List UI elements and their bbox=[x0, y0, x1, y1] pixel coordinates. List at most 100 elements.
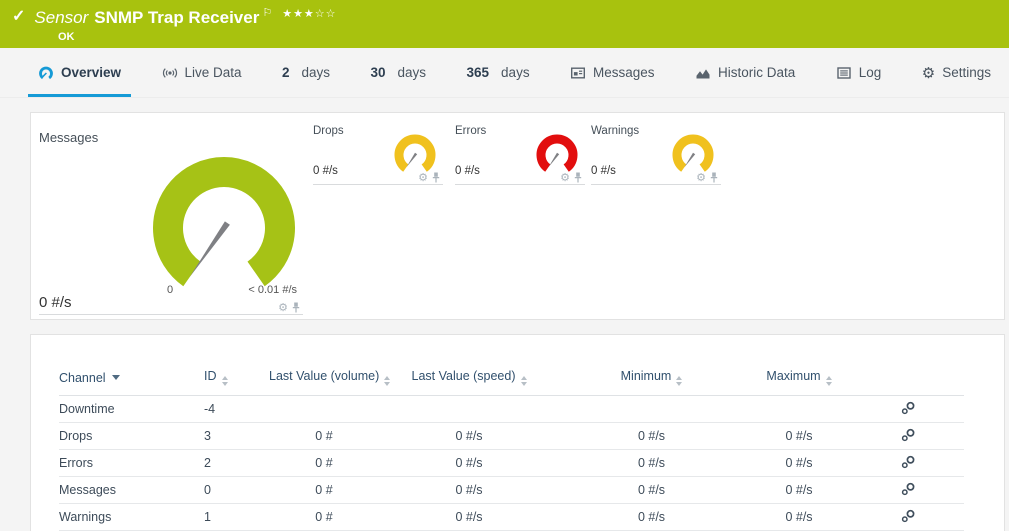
gear-icon[interactable]: ⚙ bbox=[560, 172, 570, 183]
last-value-speed: 0 #/s bbox=[379, 477, 559, 504]
channel-id: 2 bbox=[204, 450, 269, 477]
stars-filled[interactable]: ★★★ bbox=[282, 7, 315, 20]
channel-name: Downtime bbox=[59, 396, 204, 423]
channel-name: Drops bbox=[59, 423, 204, 450]
tab-365-days[interactable]: 365 days bbox=[455, 48, 542, 97]
gauge-needle bbox=[684, 153, 695, 168]
maximum-value bbox=[744, 396, 854, 423]
table-row: Warnings 1 0 # 0 #/s 0 #/s 0 #/s bbox=[59, 504, 964, 531]
messages-gauge bbox=[139, 143, 309, 295]
column-header-minimum[interactable]: Minimum bbox=[559, 363, 744, 396]
pin-icon[interactable] bbox=[709, 172, 719, 183]
column-header-channel[interactable]: Channel bbox=[59, 363, 204, 396]
last-value-volume: 0 # bbox=[269, 423, 379, 450]
column-header-last-value-speed[interactable]: Last Value (speed) bbox=[379, 363, 559, 396]
tab-unit: days bbox=[398, 65, 427, 80]
gauge-value: 0 #/s bbox=[591, 165, 616, 177]
favorite-stars[interactable]: ★★★☆☆ bbox=[282, 7, 336, 20]
tab-log[interactable]: Log bbox=[824, 48, 894, 97]
column-header-last-value-volume[interactable]: Last Value (volume) bbox=[269, 363, 379, 396]
tab-label: Log bbox=[859, 65, 882, 80]
pin-icon[interactable] bbox=[431, 172, 441, 183]
table-row: Errors 2 0 # 0 #/s 0 #/s 0 #/s bbox=[59, 450, 964, 477]
gear-icon[interactable]: ⚙ bbox=[418, 172, 428, 183]
maximum-value: 0 #/s bbox=[744, 504, 854, 531]
minimum-value bbox=[559, 396, 744, 423]
channel-name: Warnings bbox=[59, 504, 204, 531]
gear-icon: ⚙ bbox=[922, 65, 935, 81]
tab-2-days[interactable]: 2 days bbox=[270, 48, 342, 97]
log-icon bbox=[836, 65, 852, 81]
column-header-actions bbox=[854, 363, 964, 396]
status-check-icon: ✓ bbox=[12, 7, 25, 27]
messages-icon bbox=[570, 65, 586, 81]
channel-settings-icon[interactable] bbox=[901, 509, 917, 523]
tab-messages[interactable]: Messages bbox=[558, 48, 667, 97]
gauge-needle bbox=[406, 153, 417, 168]
tab-label: Overview bbox=[61, 65, 121, 80]
pin-icon[interactable] bbox=[291, 302, 301, 313]
drops-gauge bbox=[391, 133, 439, 175]
channel-id: 3 bbox=[204, 423, 269, 450]
stars-empty[interactable]: ☆☆ bbox=[315, 7, 337, 20]
last-value-speed: 0 #/s bbox=[379, 450, 559, 477]
broadcast-icon bbox=[162, 65, 178, 81]
last-value-speed: 0 #/s bbox=[379, 504, 559, 531]
historic-chart-icon bbox=[695, 65, 711, 81]
channels-table: Channel ID Last Value (volume) Last Valu… bbox=[59, 363, 964, 531]
channel-settings-icon[interactable] bbox=[901, 455, 917, 469]
channels-panel: Channel ID Last Value (volume) Last Valu… bbox=[30, 334, 1005, 531]
tab-30-days[interactable]: 30 days bbox=[359, 48, 439, 97]
tab-number: 2 bbox=[282, 65, 290, 80]
sort-desc-icon bbox=[112, 375, 120, 380]
channel-settings-icon[interactable] bbox=[901, 482, 917, 496]
gauge-tile-errors: Errors 0 #/s ⚙ bbox=[455, 125, 585, 185]
sort-icon bbox=[222, 376, 228, 386]
table-row: Downtime -4 bbox=[59, 396, 964, 423]
gauge-value: 0 #/s bbox=[313, 165, 338, 177]
pin-icon[interactable] bbox=[573, 172, 583, 183]
maximum-value: 0 #/s bbox=[744, 477, 854, 504]
sensor-header-bar: ✓ Sensor SNMP Trap Receiver ⚐ ★★★☆☆ OK bbox=[0, 0, 1009, 48]
gauge-tile-drops: Drops 0 #/s ⚙ bbox=[313, 125, 443, 185]
tab-overview[interactable]: Overview bbox=[26, 48, 133, 97]
channel-settings-icon[interactable] bbox=[901, 401, 917, 415]
scale-min-label: 0 bbox=[167, 284, 173, 296]
minimum-value: 0 #/s bbox=[559, 504, 744, 531]
minimum-value: 0 #/s bbox=[559, 450, 744, 477]
last-value-volume: 0 # bbox=[269, 477, 379, 504]
gear-icon[interactable]: ⚙ bbox=[696, 172, 706, 183]
tab-settings[interactable]: ⚙ Settings bbox=[910, 48, 1003, 97]
tab-label: Historic Data bbox=[718, 65, 795, 80]
column-header-id[interactable]: ID bbox=[204, 363, 269, 396]
tab-live-data[interactable]: Live Data bbox=[150, 48, 254, 97]
sort-icon bbox=[384, 376, 390, 386]
tab-label: Messages bbox=[593, 65, 655, 80]
gauge-tile-warnings: Warnings 0 #/s ⚙ bbox=[591, 125, 721, 185]
tab-historic-data[interactable]: Historic Data bbox=[683, 48, 807, 97]
gear-icon[interactable]: ⚙ bbox=[278, 302, 288, 313]
last-value-speed bbox=[379, 396, 559, 423]
maximum-value: 0 #/s bbox=[744, 450, 854, 477]
tab-number: 365 bbox=[467, 65, 490, 80]
gauge-value: 0 #/s bbox=[455, 165, 480, 177]
last-value-volume: 0 # bbox=[269, 504, 379, 531]
tab-number: 30 bbox=[371, 65, 386, 80]
maximum-value: 0 #/s bbox=[744, 423, 854, 450]
channel-id: 1 bbox=[204, 504, 269, 531]
priority-flag-icon[interactable]: ⚐ bbox=[262, 7, 272, 19]
minimum-value: 0 #/s bbox=[559, 477, 744, 504]
channel-settings-icon[interactable] bbox=[901, 428, 917, 442]
gauges-panel: Messages 0 < 0.01 #/s 0 #/s ⚙ Drops 0 #/… bbox=[30, 112, 1005, 320]
warnings-gauge bbox=[669, 133, 717, 175]
column-header-maximum[interactable]: Maximum bbox=[744, 363, 854, 396]
sensor-title: SNMP Trap Receiver bbox=[94, 7, 259, 29]
minimum-value: 0 #/s bbox=[559, 423, 744, 450]
gauge-title: Errors bbox=[455, 125, 486, 137]
table-row: Drops 3 0 # 0 #/s 0 #/s 0 #/s bbox=[59, 423, 964, 450]
errors-gauge bbox=[533, 133, 581, 175]
scale-max-label: < 0.01 #/s bbox=[248, 284, 297, 296]
tab-label: Live Data bbox=[185, 65, 242, 80]
sort-icon bbox=[826, 376, 832, 386]
gauge-needle bbox=[190, 221, 230, 277]
